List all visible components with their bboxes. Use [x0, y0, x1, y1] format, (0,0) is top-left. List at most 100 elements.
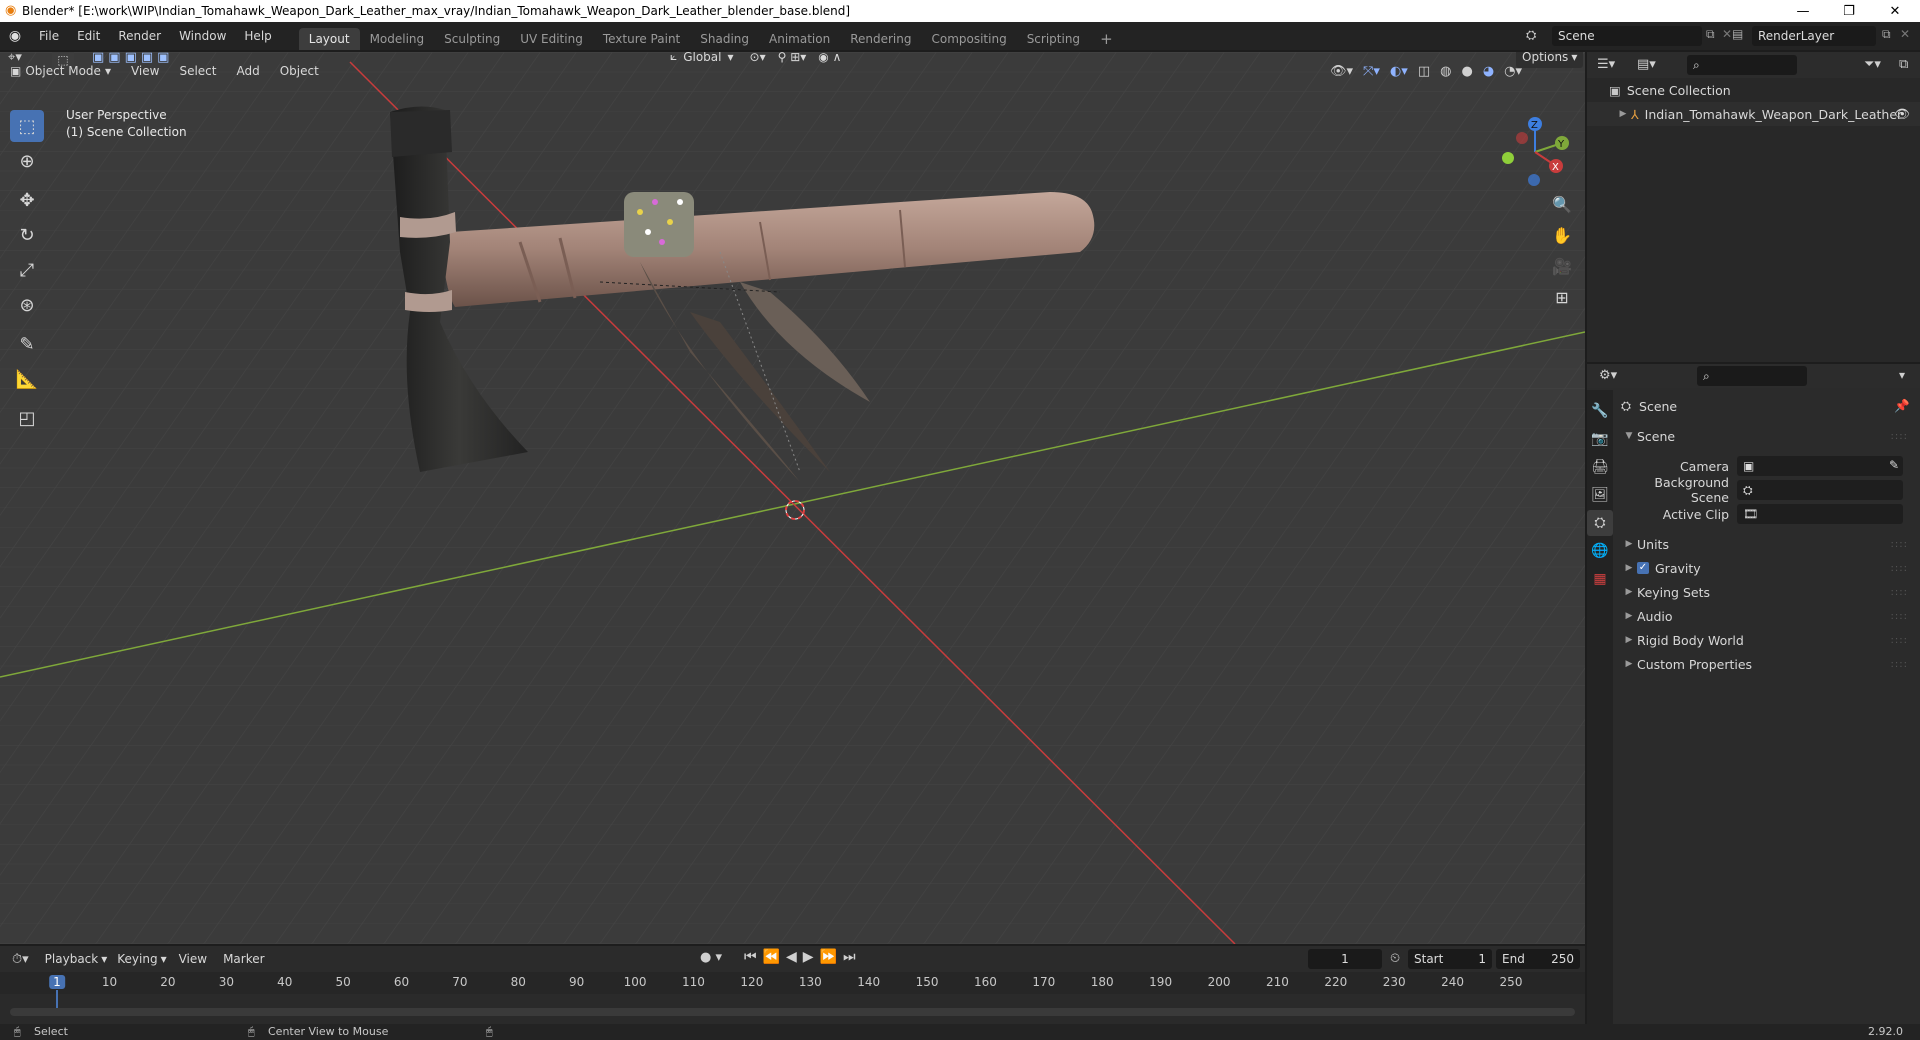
add-workspace-icon[interactable]: +: [1090, 28, 1123, 50]
eye-icon[interactable]: 👁: [1894, 106, 1910, 122]
camera-field[interactable]: ▣ ✎: [1737, 456, 1903, 476]
scene-panel-title[interactable]: Scene: [1637, 429, 1675, 444]
viewport-menu-view[interactable]: View: [131, 64, 159, 78]
units-panel[interactable]: ▶ Units::::: [1621, 532, 1916, 556]
tab-scripting[interactable]: Scripting: [1017, 28, 1090, 50]
close-button[interactable]: ✕: [1872, 0, 1918, 22]
tab-texture-paint[interactable]: Texture Paint: [593, 28, 690, 50]
material-shading-icon[interactable]: ◕: [1483, 64, 1494, 79]
display-mode-icon[interactable]: ▤▾: [1637, 57, 1656, 72]
tab-layout[interactable]: Layout: [298, 28, 360, 50]
transform-orientation-select[interactable]: Global: [683, 52, 721, 64]
playback-controls[interactable]: ⏮⏪◀▶⏩⏭: [744, 949, 862, 965]
outliner-scene-collection[interactable]: Scene Collection: [1627, 83, 1731, 98]
pin-icon[interactable]: 📌: [1894, 398, 1910, 414]
start-frame-field[interactable]: Start 1: [1408, 949, 1492, 969]
renderlayer-field[interactable]: RenderLayer: [1752, 26, 1876, 46]
move-tool-icon[interactable]: ✥: [10, 184, 44, 216]
timeline-editor-icon[interactable]: ⏱▾: [12, 952, 29, 967]
viewport-menu-add[interactable]: Add: [236, 64, 259, 78]
active-clip-field[interactable]: 🎞: [1737, 504, 1903, 524]
timeline-menu-view[interactable]: View: [179, 952, 207, 966]
scene-field[interactable]: Scene: [1552, 26, 1702, 46]
rotate-tool-icon[interactable]: ↻: [10, 219, 44, 251]
tab-modeling[interactable]: Modeling: [360, 28, 435, 50]
timeline-menu-playback[interactable]: Playback: [45, 952, 99, 966]
overlay-toggle-icon[interactable]: ◐▾: [1390, 64, 1408, 79]
chevron-down-icon[interactable]: ▾: [1899, 368, 1905, 382]
renderlayer-new-icon[interactable]: ⧉: [1882, 27, 1891, 42]
timeline-menu-keying[interactable]: Keying: [117, 952, 157, 966]
object-mode-select[interactable]: Object Mode: [25, 64, 101, 78]
record-icon[interactable]: ● ▾: [700, 950, 722, 965]
timeline-editor[interactable]: ⏱▾ Playback ▾ Keying ▾ View Marker ● ▾ ⏮⏪◀…: [0, 946, 1585, 1024]
view-layer-tab-icon[interactable]: 🖼: [1587, 482, 1613, 508]
tool-tab-icon[interactable]: 🔧: [1587, 398, 1613, 424]
texture-tab-icon[interactable]: ▦: [1587, 566, 1613, 592]
viewport-menu-select[interactable]: Select: [179, 64, 216, 78]
tab-compositing[interactable]: Compositing: [921, 28, 1016, 50]
drag-handle-icon[interactable]: ::::: [1891, 431, 1908, 442]
pan-hand-icon[interactable]: ✋: [1548, 221, 1576, 249]
rendered-shading-icon[interactable]: ◔▾: [1504, 64, 1522, 79]
gravity-checkbox[interactable]: ✓: [1637, 562, 1649, 574]
world-tab-icon[interactable]: 🌐: [1587, 538, 1613, 564]
end-frame-field[interactable]: End 250: [1496, 949, 1580, 969]
timeline-scrollbar[interactable]: [10, 1008, 1575, 1016]
menu-window[interactable]: Window: [170, 22, 235, 50]
tab-sculpting[interactable]: Sculpting: [434, 28, 510, 50]
pivot-icon[interactable]: ⊙▾: [750, 52, 766, 64]
zoom-icon[interactable]: 🔍: [1548, 190, 1576, 218]
tab-uv-editing[interactable]: UV Editing: [510, 28, 593, 50]
tab-rendering[interactable]: Rendering: [840, 28, 921, 50]
tab-shading[interactable]: Shading: [690, 28, 759, 50]
visibility-icon[interactable]: 👁▾: [1330, 64, 1353, 79]
add-cube-tool-icon[interactable]: ◰: [10, 402, 44, 434]
outliner-object-item[interactable]: Indian_Tomahawk_Weapon_Dark_Leather: [1645, 107, 1903, 122]
snap-icon[interactable]: ⚲ ⊞▾: [778, 52, 807, 64]
wireframe-shading-icon[interactable]: ◍: [1440, 64, 1451, 79]
proportional-edit-icon[interactable]: ◉ ∧: [818, 52, 841, 64]
options-button[interactable]: Options ▾: [1516, 52, 1584, 68]
keying-sets-panel[interactable]: ▶ Keying Sets::::: [1621, 580, 1916, 604]
current-frame-field[interactable]: 1: [1308, 949, 1382, 969]
custom-properties-panel[interactable]: ▶ Custom Properties::::: [1621, 652, 1916, 676]
clock-icon[interactable]: ⏲: [1390, 951, 1400, 966]
collapse-arrow-icon[interactable]: ▼: [1621, 431, 1637, 441]
audio-panel[interactable]: ▶ Audio::::: [1621, 604, 1916, 628]
scene-new-icon[interactable]: ⧉: [1706, 27, 1715, 42]
renderlayer-delete-icon[interactable]: ✕: [1900, 27, 1910, 41]
transform-tool-icon[interactable]: ⊛: [10, 289, 44, 321]
output-tab-icon[interactable]: 🖨: [1587, 454, 1613, 480]
properties-editor-icon[interactable]: ⚙▾: [1599, 368, 1617, 383]
outliner[interactable]: ☰▾ ▤▾ ⌕ ⏷▾ ⧉ ▣ Scene Collection ▶ ⅄ Indi…: [1587, 52, 1920, 362]
gravity-panel[interactable]: ▶ ✓ Gravity::::: [1621, 556, 1916, 580]
eyedropper-icon[interactable]: ✎: [1889, 458, 1899, 472]
menu-render[interactable]: Render: [109, 22, 170, 50]
annotate-tool-icon[interactable]: ✎: [10, 328, 44, 360]
minimize-button[interactable]: —: [1780, 0, 1826, 22]
timeline-menu-marker[interactable]: Marker: [223, 952, 264, 966]
properties-editor[interactable]: ⚙▾ ⌕ ▾ 🔧 📷 🖨 🖼 ⛭ 🌐 ▦ ⛭ Scene 📌 ▼ Scene :…: [1587, 364, 1920, 1024]
gizmo-toggle-icon[interactable]: ⤧▾: [1363, 64, 1380, 79]
perspective-toggle-icon[interactable]: ⊞: [1548, 283, 1576, 311]
frame-ruler[interactable]: 1 10 20 30 40 50 60 70 80 90 100 110 120 130 140 150 160…: [0, 972, 1585, 1016]
select-box-tool-icon[interactable]: ⬚: [10, 110, 44, 142]
navigation-gizmo[interactable]: Z Y X: [1490, 110, 1580, 190]
scene-tab-icon[interactable]: ⛭: [1587, 510, 1613, 536]
viewport-menu-object[interactable]: Object: [280, 64, 319, 78]
menu-edit[interactable]: Edit: [68, 22, 109, 50]
cursor-tool-icon[interactable]: ⊕: [10, 145, 44, 177]
properties-search-input[interactable]: ⌕: [1697, 366, 1807, 386]
xray-icon[interactable]: ◫: [1418, 64, 1430, 79]
camera-view-icon[interactable]: 🎥: [1548, 252, 1576, 280]
outliner-editor-icon[interactable]: ☰▾: [1597, 57, 1615, 72]
new-collection-icon[interactable]: ⧉: [1899, 57, 1908, 72]
scene-delete-icon[interactable]: ✕: [1722, 27, 1732, 41]
filter-icon[interactable]: ⏷▾: [1864, 57, 1881, 72]
solid-shading-icon[interactable]: ●: [1461, 64, 1472, 79]
render-tab-icon[interactable]: 📷: [1587, 426, 1613, 452]
outliner-search-input[interactable]: ⌕: [1687, 55, 1797, 75]
menu-file[interactable]: File: [30, 22, 68, 50]
blender-menu-icon[interactable]: ◉: [0, 28, 30, 44]
